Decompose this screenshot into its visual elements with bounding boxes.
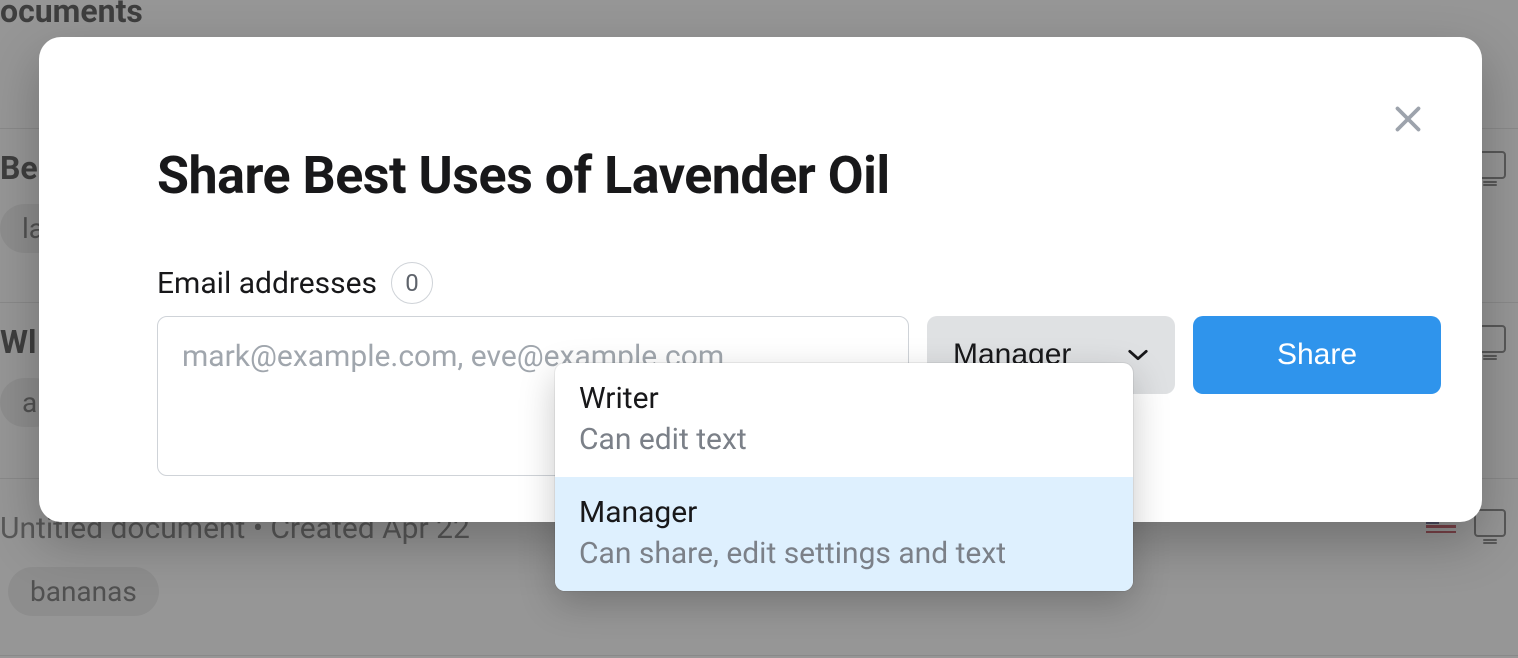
email-label: Email addresses — [157, 266, 377, 301]
close-button[interactable] — [1384, 95, 1432, 143]
modal-title: Share Best Uses of Lavender Oil — [157, 145, 890, 206]
role-option-title: Manager — [579, 495, 1109, 530]
role-option-desc: Can share, edit settings and text — [579, 536, 1109, 571]
role-dropdown: Writer Can edit text Manager Can share, … — [555, 363, 1133, 591]
role-option-writer[interactable]: Writer Can edit text — [555, 363, 1133, 477]
close-icon — [1390, 101, 1426, 137]
role-option-desc: Can edit text — [579, 422, 1109, 457]
role-option-title: Writer — [579, 381, 1109, 416]
share-button[interactable]: Share — [1193, 316, 1441, 394]
role-option-manager[interactable]: Manager Can share, edit settings and tex… — [555, 477, 1133, 591]
email-count-badge: 0 — [391, 262, 433, 304]
chevron-down-icon — [1127, 348, 1149, 362]
email-label-group: Email addresses 0 — [157, 262, 433, 304]
